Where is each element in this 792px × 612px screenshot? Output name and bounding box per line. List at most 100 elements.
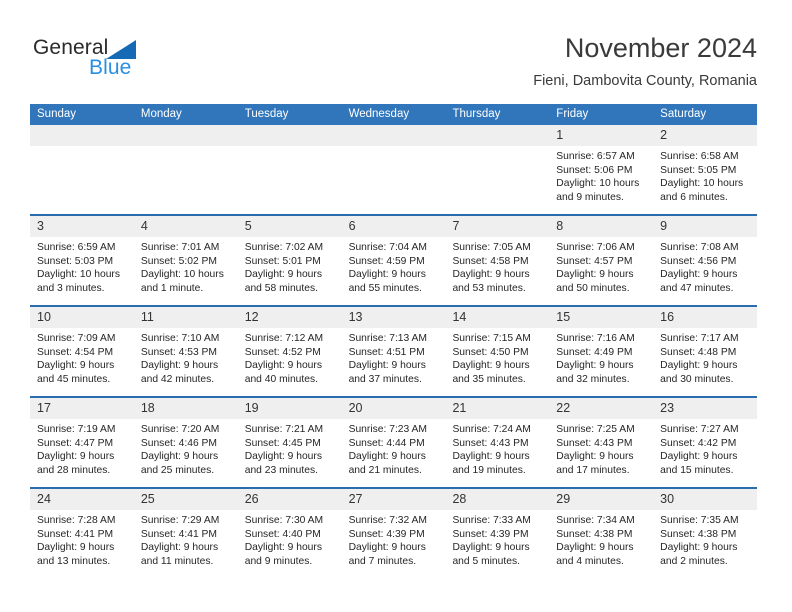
day-number-band <box>30 125 134 146</box>
calendar-day-cell[interactable]: 5 Sunrise: 7:02 AM Sunset: 5:01 PM Daylight… <box>237 216 342 305</box>
calendar-day-cell[interactable]: 21 Sunrise: 7:24 AM Sunset: 4:43 PM Dayligh… <box>445 398 550 487</box>
day-sun-info: Sunrise: 7:24 AM Sunset: 4:43 PM Daylight:… <box>445 419 549 477</box>
generalblue-logo[interactable]: General Blue <box>33 36 163 82</box>
day-sun-info: Sunrise: 7:19 AM Sunset: 4:47 PM Daylight:… <box>30 419 134 477</box>
day-number: 17 <box>37 401 51 415</box>
daylight-text-line1: Daylight: 9 hours <box>556 542 634 554</box>
sunrise-text: Sunrise: 7:06 AM <box>556 242 635 253</box>
day-number: 29 <box>556 492 571 506</box>
daylight-text-line1: Daylight: 9 hours <box>452 269 530 281</box>
daylight-text-line2: and 58 minutes. <box>244 282 318 294</box>
daylight-text-line1: Daylight: 9 hours <box>660 360 738 372</box>
daylight-text-line2: and 1 minute. <box>140 282 204 294</box>
daylight-text-line2: and 47 minutes. <box>660 282 734 294</box>
calendar-day-cell[interactable]: 16 Sunrise: 7:17 AM Sunset: 4:48 PM Dayligh… <box>653 307 758 396</box>
sunset-text: Sunset: 4:45 PM <box>244 437 321 449</box>
sunrise-text: Sunrise: 7:34 AM <box>556 515 635 526</box>
calendar-day-cell[interactable]: 30 Sunrise: 7:35 AM Sunset: 4:38 PM Dayligh… <box>653 489 758 578</box>
calendar-day-cell[interactable]: 20 Sunrise: 7:23 AM Sunset: 4:44 PM Dayligh… <box>341 398 446 487</box>
calendar-day-cell[interactable]: 7 Sunrise: 7:05 AM Sunset: 4:58 PM Daylight… <box>445 216 550 305</box>
day-number: 21 <box>452 401 467 415</box>
day-number-band <box>237 125 342 146</box>
sunset-text: Sunset: 4:41 PM <box>140 528 217 540</box>
calendar-day-cell[interactable]: 9 Sunrise: 7:08 AM Sunset: 4:56 PM Daylight… <box>653 216 758 305</box>
calendar-day-cell[interactable]: 17 Sunrise: 7:19 AM Sunset: 4:47 PM Dayligh… <box>30 398 134 487</box>
sunrise-text: Sunrise: 7:28 AM <box>37 515 116 526</box>
sunset-text: Sunset: 4:52 PM <box>244 346 321 358</box>
calendar-day-cell[interactable]: 2 Sunrise: 6:58 AM Sunset: 5:05 PM Daylight… <box>653 125 758 214</box>
day-number-band: 6 <box>341 216 446 237</box>
day-number: 26 <box>244 492 259 506</box>
calendar-day-cell[interactable]: 26 Sunrise: 7:30 AM Sunset: 4:40 PM Dayligh… <box>237 489 342 578</box>
day-number-band: 9 <box>653 216 758 237</box>
day-number-band: 12 <box>237 307 342 328</box>
sunrise-text: Sunrise: 7:04 AM <box>348 242 427 253</box>
calendar-day-cell[interactable]: 6 Sunrise: 7:04 AM Sunset: 4:59 PM Daylight… <box>341 216 446 305</box>
calendar-day-cell[interactable]: 15 Sunrise: 7:16 AM Sunset: 4:49 PM Dayligh… <box>549 307 654 396</box>
sunset-text: Sunset: 5:02 PM <box>140 255 217 267</box>
daylight-text-line2: and 7 minutes. <box>348 555 417 567</box>
calendar-day-cell[interactable]: 28 Sunrise: 7:33 AM Sunset: 4:39 PM Dayligh… <box>445 489 550 578</box>
calendar-week-row: 10 Sunrise: 7:09 AM Sunset: 4:54 PM Dayligh… <box>30 305 758 396</box>
title-block: November 2024 Fieni, Dambovita County, R… <box>533 32 757 90</box>
sunrise-text: Sunrise: 7:23 AM <box>348 424 427 435</box>
calendar-day-cell[interactable]: 1 Sunrise: 6:57 AM Sunset: 5:06 PM Daylight… <box>549 125 654 214</box>
calendar-day-cell[interactable]: 18 Sunrise: 7:20 AM Sunset: 4:46 PM Dayligh… <box>133 398 238 487</box>
sunrise-text: Sunrise: 6:58 AM <box>660 151 739 162</box>
sunrise-text: Sunrise: 7:13 AM <box>348 333 427 344</box>
calendar-day-cell[interactable]: 19 Sunrise: 7:21 AM Sunset: 4:45 PM Dayligh… <box>237 398 342 487</box>
day-sun-info: Sunrise: 7:28 AM Sunset: 4:41 PM Daylight:… <box>30 510 134 568</box>
weekday-header-saturday: Saturday <box>660 108 707 120</box>
day-number: 11 <box>140 310 154 324</box>
daylight-text-line1: Daylight: 9 hours <box>556 360 634 372</box>
daylight-text-line2: and 6 minutes. <box>660 191 728 203</box>
calendar-day-cell[interactable]: 23 Sunrise: 7:27 AM Sunset: 4:42 PM Dayligh… <box>653 398 758 487</box>
daylight-text-line1: Daylight: 9 hours <box>556 269 634 281</box>
sunrise-text: Sunrise: 7:15 AM <box>452 333 531 344</box>
calendar-day-cell[interactable]: 11 Sunrise: 7:10 AM Sunset: 4:53 PM Dayligh… <box>133 307 238 396</box>
calendar-day-cell-empty <box>341 125 446 214</box>
calendar-day-cell[interactable]: 22 Sunrise: 7:25 AM Sunset: 4:43 PM Dayligh… <box>549 398 654 487</box>
day-sun-info: Sunrise: 7:06 AM Sunset: 4:57 PM Daylight:… <box>549 237 653 295</box>
day-number: 8 <box>556 219 564 233</box>
day-number: 16 <box>660 310 675 324</box>
weekday-header-thursday: Thursday <box>452 108 501 120</box>
day-number-band: 18 <box>133 398 238 419</box>
day-sun-info: Sunrise: 7:02 AM Sunset: 5:01 PM Daylight:… <box>238 237 342 295</box>
calendar-day-cell[interactable]: 24 Sunrise: 7:28 AM Sunset: 4:41 PM Dayligh… <box>30 489 134 578</box>
calendar-day-cell[interactable]: 12 Sunrise: 7:12 AM Sunset: 4:52 PM Dayligh… <box>237 307 342 396</box>
calendar-day-cell[interactable]: 14 Sunrise: 7:15 AM Sunset: 4:50 PM Dayligh… <box>445 307 550 396</box>
day-sun-info: Sunrise: 6:59 AM Sunset: 5:03 PM Daylight:… <box>30 237 134 295</box>
daylight-text-line1: Daylight: 9 hours <box>348 360 426 372</box>
sunrise-text: Sunrise: 7:10 AM <box>140 333 220 344</box>
calendar-week-row: 1 Sunrise: 6:57 AM Sunset: 5:06 PM Daylight… <box>30 125 758 214</box>
calendar-day-cell[interactable]: 27 Sunrise: 7:32 AM Sunset: 4:39 PM Dayligh… <box>341 489 446 578</box>
day-number: 10 <box>37 310 51 324</box>
sunrise-text: Sunrise: 7:35 AM <box>660 515 739 526</box>
calendar-day-cell[interactable]: 25 Sunrise: 7:29 AM Sunset: 4:41 PM Dayligh… <box>133 489 238 578</box>
sunrise-text: Sunrise: 6:57 AM <box>556 151 635 162</box>
calendar-day-cell[interactable]: 13 Sunrise: 7:13 AM Sunset: 4:51 PM Dayligh… <box>341 307 446 396</box>
day-sun-info: Sunrise: 7:01 AM Sunset: 5:02 PM Daylight:… <box>134 237 238 295</box>
daylight-text-line2: and 5 minutes. <box>452 555 520 567</box>
day-number-band: 28 <box>445 489 550 510</box>
day-sun-info: Sunrise: 7:16 AM Sunset: 4:49 PM Daylight:… <box>549 328 653 386</box>
daylight-text-line2: and 4 minutes. <box>556 555 624 567</box>
calendar-day-cell[interactable]: 4 Sunrise: 7:01 AM Sunset: 5:02 PM Daylight… <box>133 216 238 305</box>
calendar-day-cell-empty <box>133 125 238 214</box>
day-number-band <box>445 125 550 146</box>
day-sun-info: Sunrise: 7:25 AM Sunset: 4:43 PM Daylight:… <box>549 419 653 477</box>
calendar-day-cell[interactable]: 29 Sunrise: 7:34 AM Sunset: 4:38 PM Dayligh… <box>549 489 654 578</box>
calendar-day-cell[interactable]: 10 Sunrise: 7:09 AM Sunset: 4:54 PM Dayligh… <box>30 307 134 396</box>
day-sun-info: Sunrise: 7:33 AM Sunset: 4:39 PM Daylight:… <box>445 510 549 568</box>
sunrise-text: Sunrise: 7:33 AM <box>452 515 531 526</box>
day-number-band: 4 <box>133 216 238 237</box>
calendar-day-cell[interactable]: 8 Sunrise: 7:06 AM Sunset: 4:57 PM Daylight… <box>549 216 654 305</box>
calendar-day-cell[interactable]: 3 Sunrise: 6:59 AM Sunset: 5:03 PM Daylight… <box>30 216 134 305</box>
day-sun-info: Sunrise: 7:04 AM Sunset: 4:59 PM Daylight:… <box>342 237 446 295</box>
calendar-grid: Sunday Monday Tuesday Wednesday Thursday… <box>30 104 758 578</box>
daylight-text-line1: Daylight: 9 hours <box>37 451 115 463</box>
sunrise-text: Sunrise: 7:20 AM <box>140 424 220 435</box>
day-number: 5 <box>244 219 252 233</box>
calendar-week-row: 24 Sunrise: 7:28 AM Sunset: 4:41 PM Dayligh… <box>30 487 758 578</box>
